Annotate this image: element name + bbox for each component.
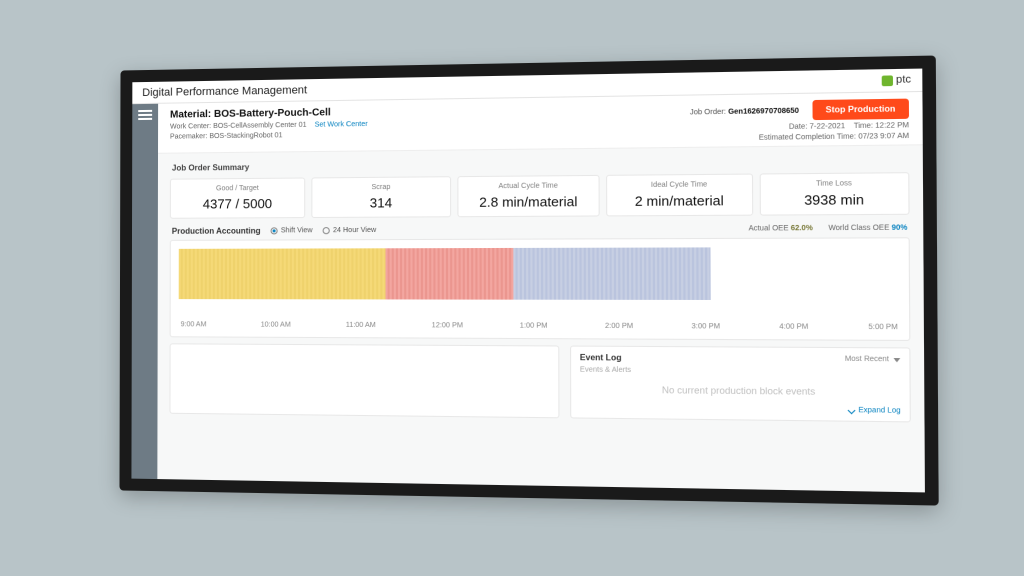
date-time-line: Date: 7-22-2021 Time: 12:22 PM bbox=[789, 122, 909, 131]
date-label: Date: bbox=[789, 123, 808, 131]
summary-row: Good / Target 4377 / 5000 Scrap 314 Actu… bbox=[170, 172, 910, 219]
card-value: 4377 / 5000 bbox=[177, 196, 299, 212]
header-right: Job Order: Gen1626970708650 Stop Product… bbox=[690, 99, 909, 143]
pa-title: Production Accounting bbox=[172, 226, 261, 235]
timeline-ticks: 9:00 AM 10:00 AM 11:00 AM 12:00 PM 1:00 … bbox=[179, 321, 900, 331]
radio-dot-icon bbox=[323, 227, 330, 234]
pacemaker-value: BOS-StackingRobot 01 bbox=[209, 132, 282, 140]
body: Material: BOS-Battery-Pouch-Cell Work Ce… bbox=[131, 92, 924, 492]
card-scrap: Scrap 314 bbox=[312, 176, 451, 218]
material-label: Material: bbox=[170, 109, 211, 121]
tick: 3:00 PM bbox=[692, 323, 721, 330]
expand-log-label: Expand Log bbox=[858, 407, 900, 415]
card-label: Ideal Cycle Time bbox=[614, 181, 745, 189]
actual-oee-label: Actual OEE bbox=[748, 225, 788, 233]
day-view-label: 24 Hour View bbox=[333, 227, 376, 234]
app-title: Digital Performance Management bbox=[142, 84, 307, 99]
summary-section-title: Job Order Summary bbox=[172, 156, 909, 173]
expand-log-link[interactable]: Expand Log bbox=[580, 404, 901, 415]
card-value: 314 bbox=[319, 195, 444, 211]
card-label: Actual Cycle Time bbox=[465, 182, 593, 190]
tick: 10:00 AM bbox=[261, 322, 291, 329]
world-class-label: World Class OEE bbox=[828, 225, 889, 233]
event-log-subtitle: Events & Alerts bbox=[580, 366, 901, 376]
shift-view-label: Shift View bbox=[281, 227, 313, 234]
time-value: 12:22 PM bbox=[875, 122, 909, 130]
pa-left: Production Accounting Shift View 24 Hour… bbox=[172, 226, 376, 236]
event-log-sort[interactable]: Most Recent bbox=[845, 356, 901, 364]
shift-view-radio[interactable]: Shift View bbox=[271, 227, 313, 234]
tick: 1:00 PM bbox=[520, 322, 548, 329]
tick: 4:00 PM bbox=[779, 323, 808, 331]
brand-text: ptc bbox=[896, 74, 911, 86]
timeline-band-red[interactable] bbox=[386, 248, 514, 300]
event-log-header: Event Log Most Recent bbox=[580, 353, 900, 365]
tick: 9:00 AM bbox=[181, 321, 207, 328]
timeline-band-empty bbox=[711, 247, 900, 300]
timeline-bands[interactable] bbox=[179, 247, 900, 300]
event-log-sort-label: Most Recent bbox=[845, 356, 889, 364]
card-label: Time Loss bbox=[767, 180, 902, 188]
card-label: Scrap bbox=[319, 183, 444, 191]
joborder-line: Job Order: Gen1626970708650 Stop Product… bbox=[690, 99, 909, 122]
header-left: Material: BOS-Battery-Pouch-Cell Work Ce… bbox=[170, 107, 368, 141]
chevron-down-icon bbox=[893, 357, 900, 361]
eta-value: 07/23 9:07 AM bbox=[858, 133, 909, 141]
event-log-title: Event Log bbox=[580, 353, 622, 363]
lower-row: Event Log Most Recent Events & Alerts No… bbox=[169, 343, 910, 422]
lower-left-panel bbox=[169, 343, 559, 418]
tick: 2:00 PM bbox=[605, 323, 633, 330]
timeline-band-blue[interactable] bbox=[514, 247, 711, 300]
main: Material: BOS-Battery-Pouch-Cell Work Ce… bbox=[157, 92, 925, 492]
world-class-oee: World Class OEE 90% bbox=[828, 224, 907, 232]
stop-production-button[interactable]: Stop Production bbox=[812, 99, 909, 121]
set-work-center-link[interactable]: Set Work Center bbox=[315, 121, 368, 129]
pa-right: Actual OEE 62.0% World Class OEE 90% bbox=[748, 224, 907, 232]
card-value: 3938 min bbox=[767, 191, 902, 208]
timeline-panel: 9:00 AM 10:00 AM 11:00 AM 12:00 PM 1:00 … bbox=[170, 237, 911, 341]
tick: 12:00 PM bbox=[432, 322, 463, 329]
eta-label: Estimated Completion Time: bbox=[759, 133, 856, 142]
header: Material: BOS-Battery-Pouch-Cell Work Ce… bbox=[158, 92, 923, 154]
logo-mark-icon bbox=[881, 75, 892, 86]
workcenter-line: Work Center: BOS-CellAssembly Center 01 … bbox=[170, 121, 368, 131]
card-time-loss: Time Loss 3938 min bbox=[759, 172, 909, 215]
card-ideal-cycle: Ideal Cycle Time 2 min/material bbox=[606, 174, 753, 217]
workcenter-label: Work Center: bbox=[170, 123, 211, 131]
card-actual-cycle: Actual Cycle Time 2.8 min/material bbox=[457, 175, 600, 217]
workcenter-value: BOS-CellAssembly Center 01 bbox=[213, 122, 306, 130]
sidebar-menu[interactable] bbox=[131, 104, 158, 479]
tick: 11:00 AM bbox=[346, 322, 376, 329]
card-value: 2 min/material bbox=[614, 193, 745, 210]
day-view-radio[interactable]: 24 Hour View bbox=[323, 227, 376, 234]
app-frame: Digital Performance Management ptc Mater… bbox=[119, 56, 938, 506]
event-log-panel: Event Log Most Recent Events & Alerts No… bbox=[570, 346, 911, 423]
pacemaker-label: Pacemaker: bbox=[170, 133, 207, 140]
hamburger-icon[interactable] bbox=[138, 110, 152, 120]
actual-oee: Actual OEE 62.0% bbox=[748, 225, 812, 233]
card-good-target: Good / Target 4377 / 5000 bbox=[170, 177, 306, 218]
eta-line: Estimated Completion Time: 07/23 9:07 AM bbox=[759, 133, 909, 142]
expand-icon bbox=[847, 407, 855, 415]
timeline-band-yellow[interactable] bbox=[179, 248, 386, 299]
brand-logo: ptc bbox=[881, 74, 911, 86]
joborder-value: Gen1626970708650 bbox=[728, 108, 799, 116]
tick: 5:00 PM bbox=[868, 324, 897, 332]
world-class-value: 90% bbox=[892, 224, 908, 232]
event-log-empty: No current production block events bbox=[580, 378, 901, 403]
radio-dot-icon bbox=[271, 227, 278, 234]
pacemaker-line: Pacemaker: BOS-StackingRobot 01 bbox=[170, 131, 368, 141]
content: Job Order Summary Good / Target 4377 / 5… bbox=[157, 145, 925, 492]
material-line: Material: BOS-Battery-Pouch-Cell bbox=[170, 107, 368, 121]
joborder-label: Job Order: bbox=[690, 109, 726, 117]
material-value: BOS-Battery-Pouch-Cell bbox=[214, 107, 331, 120]
date-value: 7-22-2021 bbox=[810, 123, 846, 131]
card-value: 2.8 min/material bbox=[465, 194, 593, 210]
time-label: Time: bbox=[854, 122, 873, 130]
actual-oee-value: 62.0% bbox=[791, 225, 813, 233]
card-label: Good / Target bbox=[177, 185, 299, 193]
